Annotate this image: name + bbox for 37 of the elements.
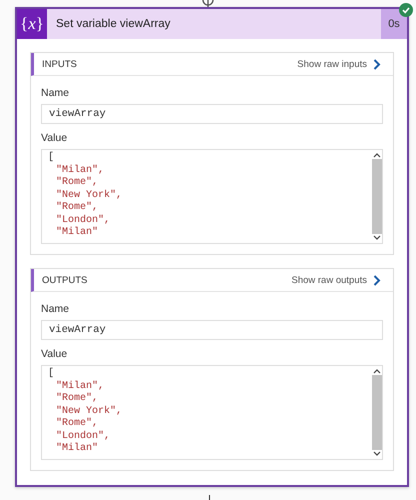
code-line: "Milan" bbox=[55, 443, 100, 456]
code-line: "New York", bbox=[55, 406, 124, 418]
show-raw-link[interactable]: Show raw inputs bbox=[297, 58, 381, 70]
action-title: Set variable viewArray bbox=[55, 18, 172, 30]
scroll-down-icon[interactable] bbox=[372, 235, 380, 241]
value-code-box[interactable]: [ "Milan", "Rome", "New York", "Rome", "London", "Milan" bbox=[41, 365, 383, 460]
duration-label: 0s bbox=[381, 9, 407, 39]
code-line: "Rome", bbox=[55, 202, 100, 214]
scroll-up-icon[interactable] bbox=[372, 152, 380, 158]
chevron-right-icon bbox=[373, 58, 381, 70]
name-field[interactable]: viewArray bbox=[41, 320, 383, 340]
field-label: Value bbox=[41, 132, 68, 144]
code-line: "Rome", bbox=[55, 393, 100, 406]
code-line: "New York", bbox=[55, 190, 124, 202]
name-field[interactable]: viewArray bbox=[41, 104, 383, 124]
code-line: "Rome", bbox=[55, 418, 100, 430]
section-heading: INPUTS bbox=[42, 58, 77, 70]
code-line: "London", bbox=[55, 214, 112, 226]
field-label: Value bbox=[41, 348, 68, 360]
value-code-box[interactable]: [ "Milan", "Rome", "New York", "Rome", "London", "Milan" bbox=[41, 149, 383, 244]
field-label: Name bbox=[41, 87, 70, 99]
variable-icon: {x} bbox=[17, 9, 47, 39]
code-line: "Milan", bbox=[55, 380, 106, 392]
section-heading: OUTPUTS bbox=[42, 274, 88, 286]
action-header[interactable]: {x} Set variable viewArray 0s bbox=[17, 9, 407, 39]
chevron-right-icon bbox=[373, 274, 381, 286]
scroll-down-icon[interactable] bbox=[372, 451, 380, 457]
code-line: "London", bbox=[55, 430, 112, 442]
field-label: Name bbox=[41, 303, 70, 315]
connector-icon bbox=[201, 0, 215, 8]
code-line: "Milan", bbox=[55, 164, 106, 176]
code-line: "Rome", bbox=[55, 177, 100, 190]
code-line: "Milan" bbox=[55, 227, 100, 240]
show-raw-link[interactable]: Show raw outputs bbox=[291, 274, 381, 286]
code-line: [ bbox=[48, 152, 56, 164]
scroll-up-icon[interactable] bbox=[372, 368, 380, 374]
code-line: [ bbox=[48, 368, 56, 380]
